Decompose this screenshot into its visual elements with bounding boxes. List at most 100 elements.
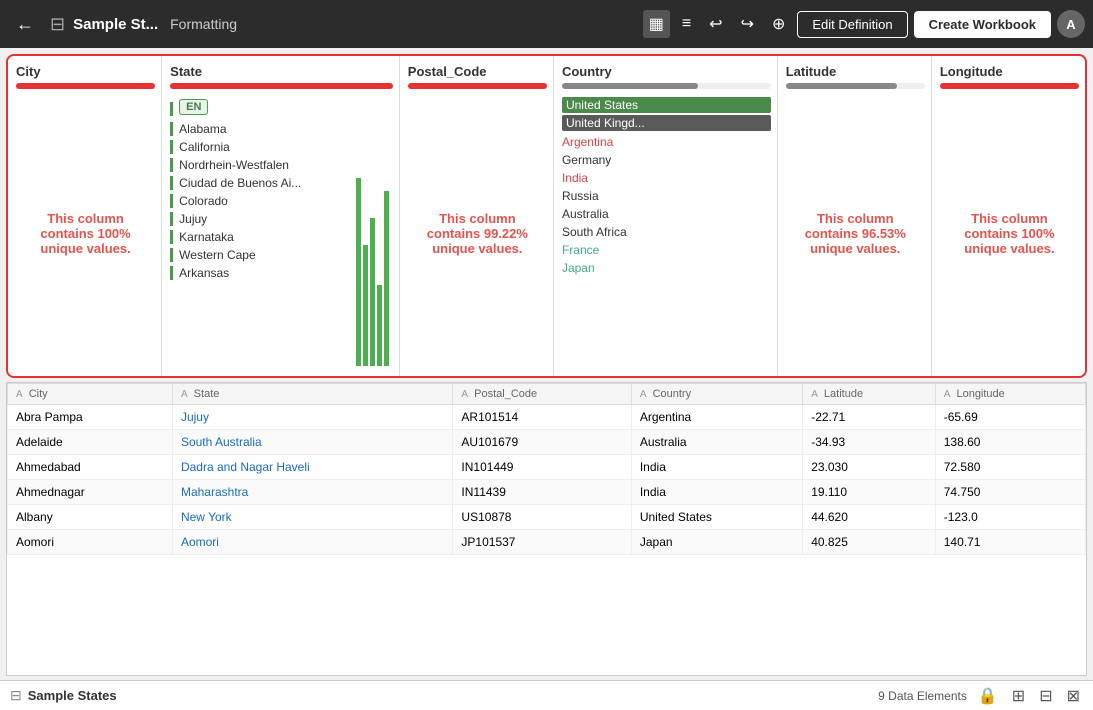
td-state: Dadra and Nagar Haveli (172, 455, 452, 480)
undo-button[interactable]: ↩ (703, 10, 728, 38)
table-icon-button[interactable]: ⊟ (1036, 686, 1055, 706)
status-title: Sample States (28, 688, 117, 703)
status-left: ⊟ Sample States (10, 687, 117, 704)
col-header-country: Country (562, 64, 771, 79)
table-row: Ahmednagar Maharashtra IN11439 India 19.… (8, 480, 1086, 505)
bar-indicator (170, 140, 173, 154)
source-icon: ⊟ (50, 14, 65, 35)
table-header-row: A City A State A Postal_Code A Country A… (8, 384, 1086, 405)
profile-col-country: Country United States United Kingd... Ar… (554, 56, 778, 376)
td-country: India (631, 480, 802, 505)
profile-columns: City This column contains 100% unique va… (8, 56, 1085, 376)
country-item-france: France (562, 241, 771, 259)
col-header-postal: Postal_Code (408, 64, 547, 79)
mini-bar (384, 191, 389, 366)
country-item-germany: Germany (562, 151, 771, 169)
edit-definition-button[interactable]: Edit Definition (797, 11, 907, 38)
state-list-wrapper: EN Alabama California Nordrhein-Wes (170, 97, 393, 370)
state-progress-fill (170, 83, 393, 89)
bar-indicator (170, 194, 173, 208)
td-country: United States (631, 505, 802, 530)
data-table-wrapper[interactable]: A City A State A Postal_Code A Country A… (6, 382, 1087, 676)
country-list-wrapper: United States United Kingd... Argentina … (562, 97, 771, 370)
city-unique-msg: This column contains 100% unique values. (16, 97, 155, 370)
bar-indicator (170, 266, 173, 280)
country-progress-fill (562, 83, 698, 89)
col-header-latitude: Latitude (786, 64, 925, 79)
bar-indicator (170, 212, 173, 226)
mini-bar (377, 285, 382, 366)
status-right: 9 Data Elements 🔒 ⊞ ⊟ ⊠ (878, 686, 1083, 706)
list-view-button[interactable]: ≡ (676, 11, 697, 37)
bar-indicator (170, 122, 173, 136)
td-state: Maharashtra (172, 480, 452, 505)
td-city: Ahmedabad (8, 455, 173, 480)
toolbar: ▦ ≡ ↩ ↪ ⊕ Edit Definition Create Workboo… (643, 10, 1085, 38)
th-country[interactable]: A Country (631, 384, 802, 405)
state-progress-bar (170, 83, 393, 89)
td-postal: IN101449 (453, 455, 631, 480)
bar-indicator (170, 248, 173, 262)
longitude-unique-msg: This column contains 100% unique values. (940, 97, 1079, 370)
td-lat: 23.030 (803, 455, 936, 480)
td-city: Abra Pampa (8, 405, 173, 430)
profile-cards-area: City This column contains 100% unique va… (6, 54, 1087, 378)
profile-col-postal: Postal_Code This column contains 99.22% … (400, 56, 554, 376)
td-postal: AU101679 (453, 430, 631, 455)
td-lon: -123.0 (935, 505, 1085, 530)
status-bar: ⊟ Sample States 9 Data Elements 🔒 ⊞ ⊟ ⊠ (0, 680, 1093, 710)
td-city: Albany (8, 505, 173, 530)
td-lon: 72.580 (935, 455, 1085, 480)
td-lon: 140.71 (935, 530, 1085, 555)
redo-button[interactable]: ↪ (735, 10, 760, 38)
type-indicator-latitude: A (811, 389, 818, 400)
mini-bar (356, 178, 361, 366)
at-button[interactable]: ⊕ (766, 10, 791, 38)
th-latitude[interactable]: A Latitude (803, 384, 936, 405)
table-row: Abra Pampa Jujuy AR101514 Argentina -22.… (8, 405, 1086, 430)
type-indicator-state: A (181, 389, 188, 400)
td-postal: JP101537 (453, 530, 631, 555)
th-state[interactable]: A State (172, 384, 452, 405)
col-header-state: State (170, 64, 393, 79)
postal-progress-fill (408, 83, 547, 89)
country-item-australia: Australia (562, 205, 771, 223)
longitude-progress-fill (940, 83, 1079, 89)
profile-col-latitude: Latitude This column contains 96.53% uni… (778, 56, 932, 376)
td-city: Ahmednagar (8, 480, 173, 505)
expand-icon-button[interactable]: ⊠ (1064, 686, 1083, 706)
td-city: Adelaide (8, 430, 173, 455)
col-header-longitude: Longitude (940, 64, 1079, 79)
td-postal: AR101514 (453, 405, 631, 430)
td-country: Australia (631, 430, 802, 455)
mini-bar (370, 218, 375, 366)
table-row: Adelaide South Australia AU101679 Austra… (8, 430, 1086, 455)
data-table: A City A State A Postal_Code A Country A… (7, 383, 1086, 555)
td-lon: -65.69 (935, 405, 1085, 430)
create-workbook-button[interactable]: Create Workbook (914, 11, 1051, 38)
lock-button[interactable]: 🔒 (975, 686, 1001, 706)
th-postal[interactable]: A Postal_Code (453, 384, 631, 405)
latitude-unique-msg: This column contains 96.53% unique value… (786, 97, 925, 370)
user-avatar[interactable]: A (1057, 10, 1085, 38)
td-country: Japan (631, 530, 802, 555)
profile-col-city: City This column contains 100% unique va… (8, 56, 162, 376)
td-state: Jujuy (172, 405, 452, 430)
grid-icon-button[interactable]: ⊞ (1009, 686, 1028, 706)
td-lat: 44.620 (803, 505, 936, 530)
td-state: Aomori (172, 530, 452, 555)
td-lon: 74.750 (935, 480, 1085, 505)
type-indicator-longitude: A (944, 389, 951, 400)
profile-col-longitude: Longitude This column contains 100% uniq… (932, 56, 1085, 376)
city-progress-fill (16, 83, 155, 89)
td-lat: -22.71 (803, 405, 936, 430)
grid-view-button[interactable]: ▦ (643, 10, 670, 38)
th-city[interactable]: A City (8, 384, 173, 405)
td-state: New York (172, 505, 452, 530)
mini-bar (363, 245, 368, 366)
th-longitude[interactable]: A Longitude (935, 384, 1085, 405)
data-elements-count: 9 Data Elements (878, 689, 967, 703)
type-indicator-postal: A (461, 389, 468, 400)
back-button[interactable]: ← (8, 10, 42, 39)
bar-indicator (170, 158, 173, 172)
